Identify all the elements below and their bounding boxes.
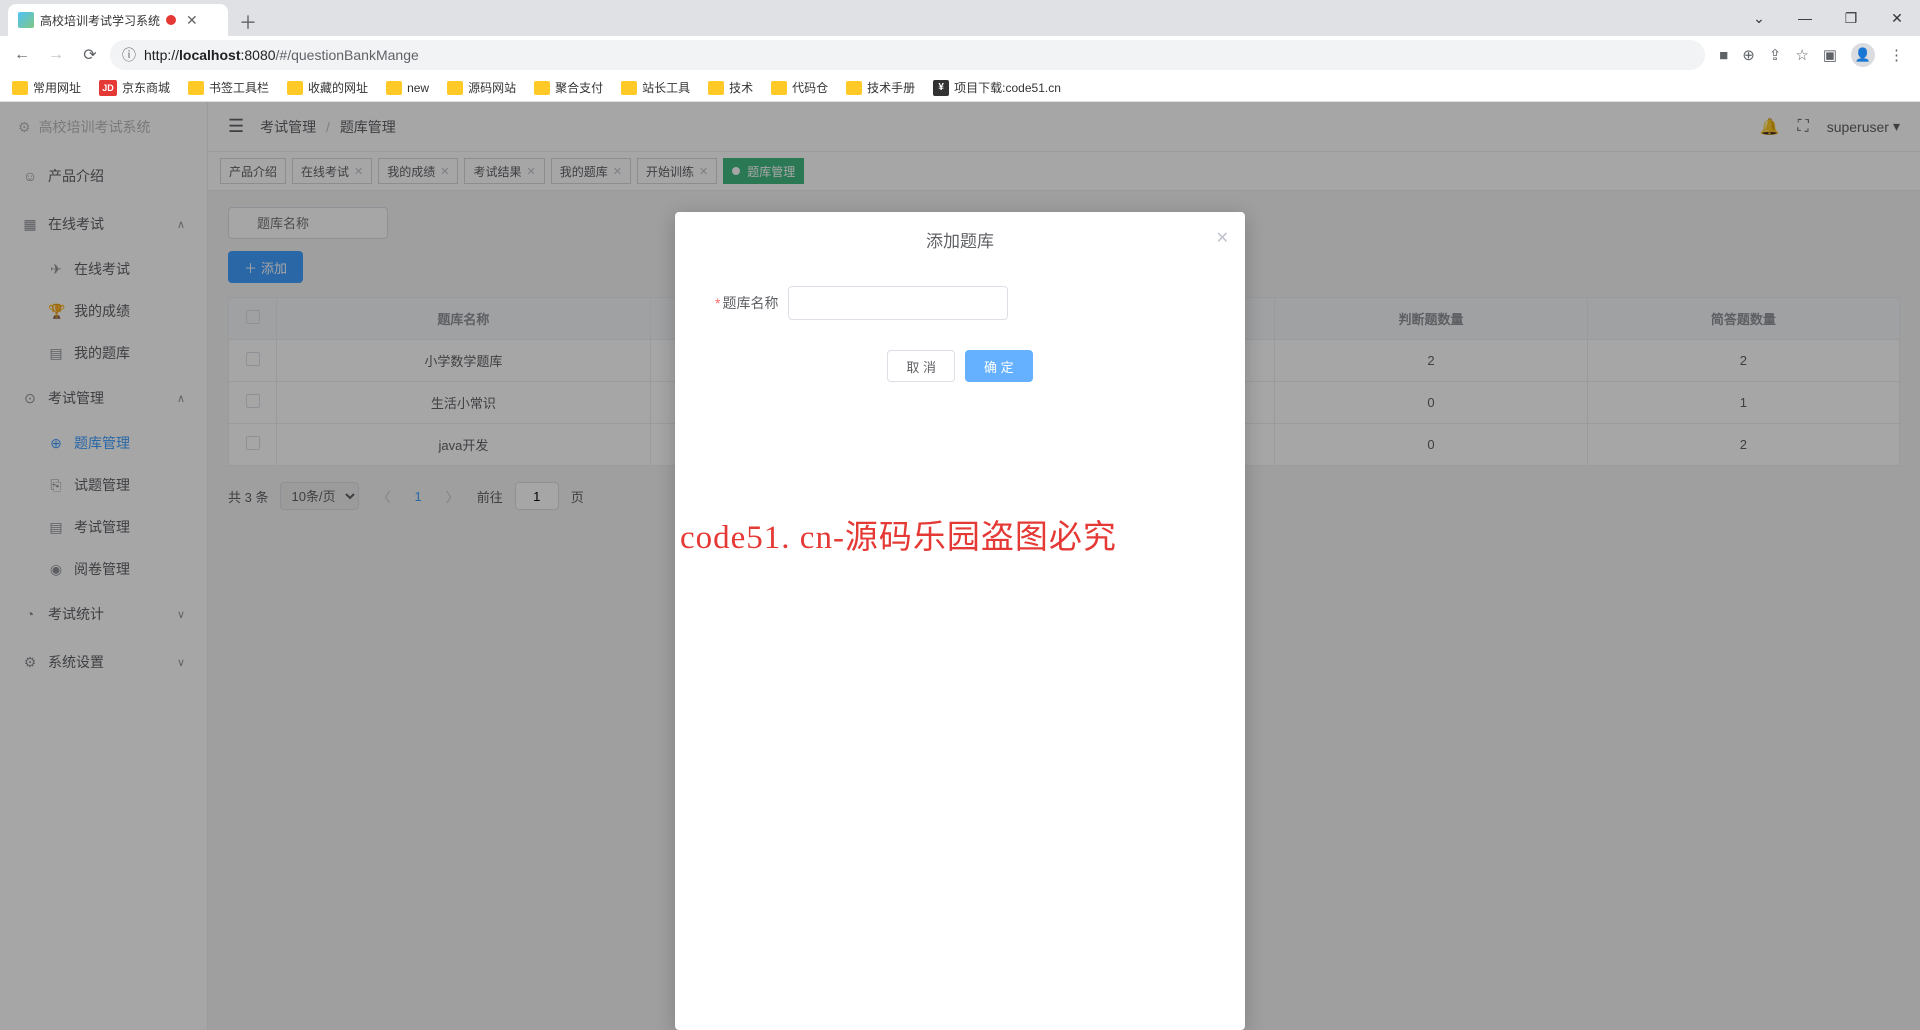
tab-close-icon[interactable]: ✕ [186, 12, 198, 29]
bookmark-label: 技术 [729, 79, 753, 96]
bookmark-item[interactable]: 代码仓 [771, 79, 828, 96]
modal-title: 添加题库 [926, 227, 994, 252]
bookmark-item[interactable]: 常用网址 [12, 79, 81, 96]
bookmark-label: 项目下载:code51.cn [954, 79, 1061, 96]
folder-icon [287, 81, 303, 95]
site-info-icon[interactable]: ⓘ [122, 45, 136, 65]
bookmark-label: 站长工具 [642, 79, 690, 96]
bank-name-input[interactable] [788, 286, 1008, 320]
tab-strip: 高校培训考试学习系统 ✕ ＋ ⌄ — ❐ ✕ [0, 0, 1920, 36]
favicon-icon [18, 12, 34, 28]
url-text: http://localhost:8080/#/questionBankMang… [144, 47, 419, 63]
address-bar: ← → ⟳ ⓘ http://localhost:8080/#/question… [0, 36, 1920, 74]
close-icon[interactable]: ✕ [1216, 228, 1229, 248]
bookmark-item[interactable]: 书签工具栏 [188, 79, 269, 96]
bookmark-label: 代码仓 [792, 79, 828, 96]
folder-icon [708, 81, 724, 95]
folder-icon [188, 81, 204, 95]
star-icon[interactable]: ☆ [1795, 46, 1808, 64]
folder-icon [534, 81, 550, 95]
url-input[interactable]: ⓘ http://localhost:8080/#/questionBankMa… [110, 40, 1705, 70]
forward-icon[interactable]: → [42, 41, 70, 69]
jd-icon: JD [99, 80, 117, 96]
folder-icon [621, 81, 637, 95]
bookmark-label: 源码网站 [468, 79, 516, 96]
download-icon: ¥ [933, 80, 949, 96]
modal-footer: 取 消 确 定 [675, 330, 1245, 406]
extension-icon[interactable]: ▣ [1823, 46, 1837, 64]
bookmark-item[interactable]: 收藏的网址 [287, 79, 368, 96]
bookmark-item[interactable]: 站长工具 [621, 79, 690, 96]
reload-icon[interactable]: ⟳ [76, 41, 104, 69]
bookmarks-bar: 常用网址 JD 京东商城 书签工具栏 收藏的网址 new 源码网站 聚合支付 站长工具 技术 代码仓… [0, 74, 1920, 102]
share-icon[interactable]: ⇪ [1769, 46, 1782, 64]
bookmark-item[interactable]: 源码网站 [447, 79, 516, 96]
window-controls: ⌄ — ❐ ✕ [1736, 0, 1920, 36]
browser-chrome: 高校培训考试学习系统 ✕ ＋ ⌄ — ❐ ✕ ← → ⟳ ⓘ http://lo… [0, 0, 1920, 102]
bookmark-item[interactable]: new [386, 81, 429, 95]
folder-icon [12, 81, 28, 95]
browser-tab[interactable]: 高校培训考试学习系统 ✕ [8, 4, 228, 36]
bookmark-item[interactable]: 技术手册 [846, 79, 915, 96]
window-close-icon[interactable]: ✕ [1874, 0, 1920, 36]
back-icon[interactable]: ← [8, 41, 36, 69]
menu-icon[interactable]: ⋮ [1889, 46, 1904, 64]
window-maximize-icon[interactable]: ❐ [1828, 0, 1874, 36]
modal-overlay[interactable]: 添加题库 ✕ *题库名称 取 消 确 定 [0, 102, 1920, 1030]
modal-body: *题库名称 [675, 266, 1245, 330]
field-label: *题库名称 [715, 293, 778, 313]
folder-icon [386, 81, 402, 95]
new-tab-button[interactable]: ＋ [234, 8, 262, 36]
tab-title: 高校培训考试学习系统 [40, 12, 160, 29]
window-minimize-icon[interactable]: — [1782, 0, 1828, 36]
bookmark-item[interactable]: JD 京东商城 [99, 79, 170, 96]
bookmark-label: new [407, 81, 429, 95]
cancel-button[interactable]: 取 消 [887, 350, 955, 382]
bookmark-label: 收藏的网址 [308, 79, 368, 96]
folder-icon [771, 81, 787, 95]
bookmark-label: 聚合支付 [555, 79, 603, 96]
bookmark-label: 京东商城 [122, 79, 170, 96]
bookmark-label: 书签工具栏 [209, 79, 269, 96]
window-drop-icon[interactable]: ⌄ [1736, 0, 1782, 36]
zoom-icon[interactable]: ⊕ [1742, 46, 1755, 64]
folder-icon [846, 81, 862, 95]
bookmark-item[interactable]: 技术 [708, 79, 753, 96]
confirm-button[interactable]: 确 定 [965, 350, 1033, 382]
recording-icon [166, 15, 176, 25]
profile-avatar-icon[interactable]: 👤 [1851, 43, 1875, 67]
bookmark-item[interactable]: ¥ 项目下载:code51.cn [933, 79, 1061, 96]
addr-actions: ■ ⊕ ⇪ ☆ ▣ 👤 ⋮ [1711, 43, 1912, 67]
bookmark-item[interactable]: 聚合支付 [534, 79, 603, 96]
modal-header: 添加题库 ✕ [675, 212, 1245, 266]
add-bank-modal: 添加题库 ✕ *题库名称 取 消 确 定 [675, 212, 1245, 1030]
camera-icon[interactable]: ■ [1719, 47, 1728, 64]
bookmark-label: 常用网址 [33, 79, 81, 96]
folder-icon [447, 81, 463, 95]
bookmark-label: 技术手册 [867, 79, 915, 96]
